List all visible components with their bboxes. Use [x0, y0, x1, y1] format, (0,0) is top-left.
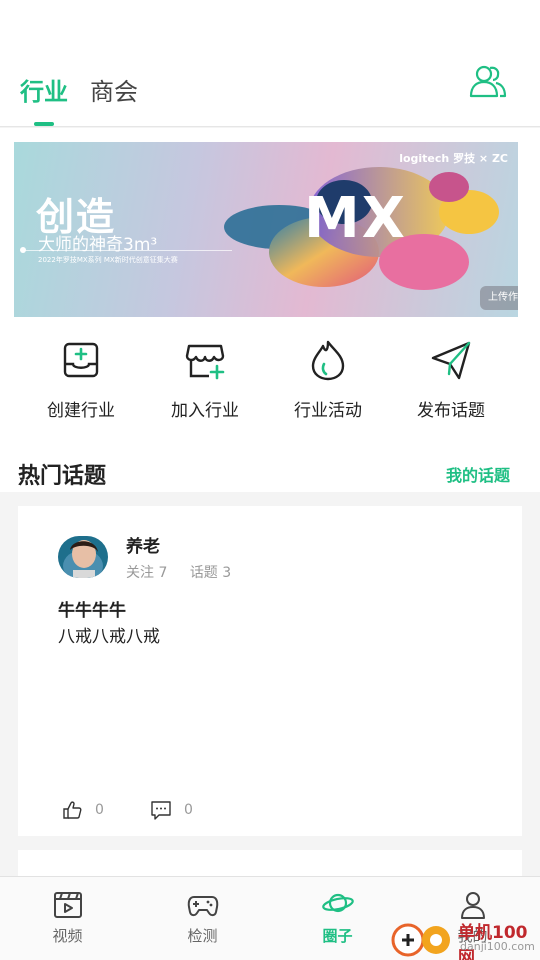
like-count: 0 — [95, 802, 104, 818]
quick-actions: 创建行业 加入行业 行业活动 发布话题 — [0, 338, 540, 428]
banner-product-name: MX — [304, 186, 407, 251]
banner-dot — [20, 247, 26, 253]
thumbs-up-icon[interactable] — [62, 800, 82, 820]
comment-icon[interactable] — [150, 800, 172, 820]
send-icon — [431, 341, 471, 380]
tab-video[interactable]: 视频 — [0, 877, 135, 960]
main-content: logitech 罗技 × ZC 创造 大师的神奇3m³ 2022年罗技MX系列… — [0, 128, 540, 880]
tab-circle-label: 圈子 — [322, 927, 353, 945]
publish-topic-label: 发布话题 — [417, 401, 485, 421]
topic-card[interactable]: 养老 关注 7 话题 3 牛牛牛牛 八戒八戒八戒 0 0 — [18, 506, 522, 836]
users-icon[interactable] — [468, 62, 508, 102]
avatar[interactable] — [58, 536, 108, 578]
watermark-text: 单机100网 — [458, 923, 528, 960]
flame-icon — [311, 340, 345, 381]
tab-detect[interactable]: 检测 — [135, 877, 270, 960]
industry-activity-button[interactable]: 行业活动 — [266, 338, 390, 428]
gamepad-icon — [187, 896, 218, 917]
comment-count: 0 — [184, 802, 193, 818]
tab-video-label: 视频 — [52, 927, 83, 945]
publish-topic-button[interactable]: 发布话题 — [389, 338, 513, 428]
post-title: 牛牛牛牛 — [58, 601, 126, 621]
tab-circle[interactable]: 圈子 — [270, 877, 405, 960]
tab-detect-label: 检测 — [187, 927, 218, 945]
tab-indicator — [34, 122, 54, 126]
promo-banner[interactable]: logitech 罗技 × ZC 创造 大师的神奇3m³ 2022年罗技MX系列… — [14, 142, 518, 317]
tab-chamber[interactable]: 商会 — [90, 72, 138, 107]
banner-brand-logo: logitech 罗技 × ZC — [399, 152, 508, 165]
banner-upload-button[interactable]: 上传作 — [480, 286, 518, 310]
author-stats: 关注 7 话题 3 — [126, 562, 249, 582]
top-header: 行业 商会 — [0, 0, 540, 127]
watermark-logo-icon — [391, 923, 450, 957]
join-industry-button[interactable]: 加入行业 — [143, 338, 267, 428]
post-body: 八戒八戒八戒 — [58, 627, 160, 647]
follow-count: 关注 7 — [126, 565, 168, 581]
banner-divider — [22, 250, 232, 251]
create-industry-button[interactable]: 创建行业 — [19, 338, 143, 428]
create-industry-label: 创建行业 — [47, 401, 115, 421]
banner-subtitle: 大师的神奇3m³ — [38, 235, 158, 255]
industry-activity-label: 行业活动 — [294, 401, 362, 421]
author-name[interactable]: 养老 — [126, 532, 160, 557]
join-industry-icon — [185, 344, 225, 380]
video-icon — [53, 892, 82, 918]
watermark-url: danji100.com — [460, 940, 535, 953]
topic-count: 话题 3 — [189, 565, 232, 581]
my-topics-link[interactable]: 我的话题 — [446, 462, 510, 486]
join-industry-label: 加入行业 — [171, 401, 239, 421]
create-industry-icon — [63, 342, 99, 378]
planet-icon — [321, 893, 354, 913]
tab-industry[interactable]: 行业 — [20, 72, 68, 107]
hot-topics-title: 热门话题 — [18, 464, 107, 489]
banner-caption: 2022年罗技MX系列 MX新时代创意征集大赛 — [38, 256, 178, 264]
site-watermark: 单机100网 danji100.com — [390, 916, 540, 960]
